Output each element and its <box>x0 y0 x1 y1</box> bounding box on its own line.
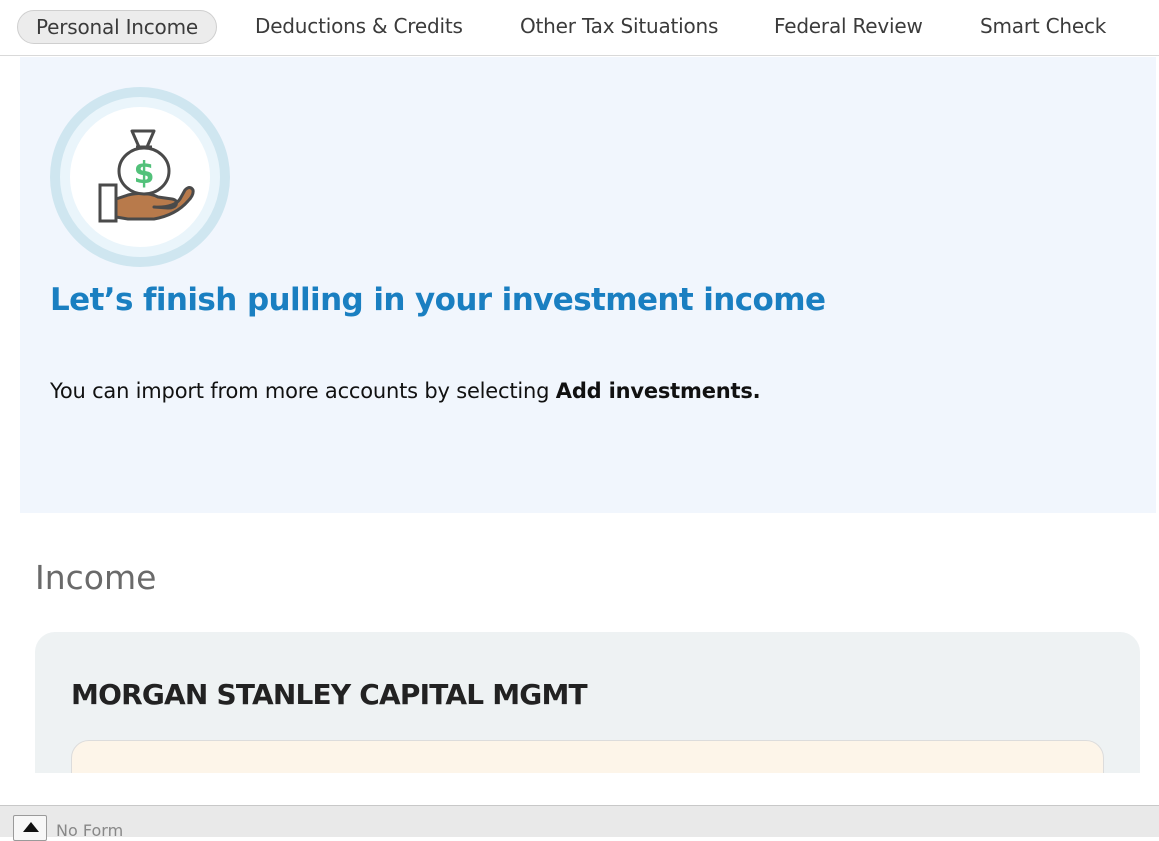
status-bar: No Form <box>0 805 1159 841</box>
tab-deductions-credits[interactable]: Deductions & Credits <box>255 10 463 44</box>
income-section-title: Income <box>35 558 157 597</box>
form-status-label: No Form <box>56 821 124 840</box>
form-toggle-button[interactable] <box>13 815 47 841</box>
svg-text:$: $ <box>134 156 155 191</box>
hero-title: Let’s finish pulling in your investment … <box>50 282 826 318</box>
account-detail-card[interactable] <box>71 740 1104 773</box>
hero-panel: $ Let’s finish pulling in your investmen… <box>20 57 1156 513</box>
add-investments-emphasis: Add investments. <box>555 379 761 403</box>
hero-body: You can import from more accounts by sel… <box>50 379 761 403</box>
caret-up-icon <box>23 822 39 832</box>
account-card: MORGAN STANLEY CAPITAL MGMT <box>35 632 1140 773</box>
hero-body-text: You can import from more accounts by sel… <box>50 379 556 403</box>
tab-other-tax-situations[interactable]: Other Tax Situations <box>520 10 718 44</box>
tab-personal-income[interactable]: Personal Income <box>17 10 217 44</box>
money-bag-hand-icon: $ <box>98 129 195 223</box>
hero-illustration: $ <box>50 87 230 267</box>
account-name: MORGAN STANLEY CAPITAL MGMT <box>71 678 588 711</box>
top-nav-tabs: Personal Income Deductions & Credits Oth… <box>0 0 1159 56</box>
tab-smart-check[interactable]: Smart Check <box>980 10 1106 44</box>
tab-federal-review[interactable]: Federal Review <box>774 10 923 44</box>
